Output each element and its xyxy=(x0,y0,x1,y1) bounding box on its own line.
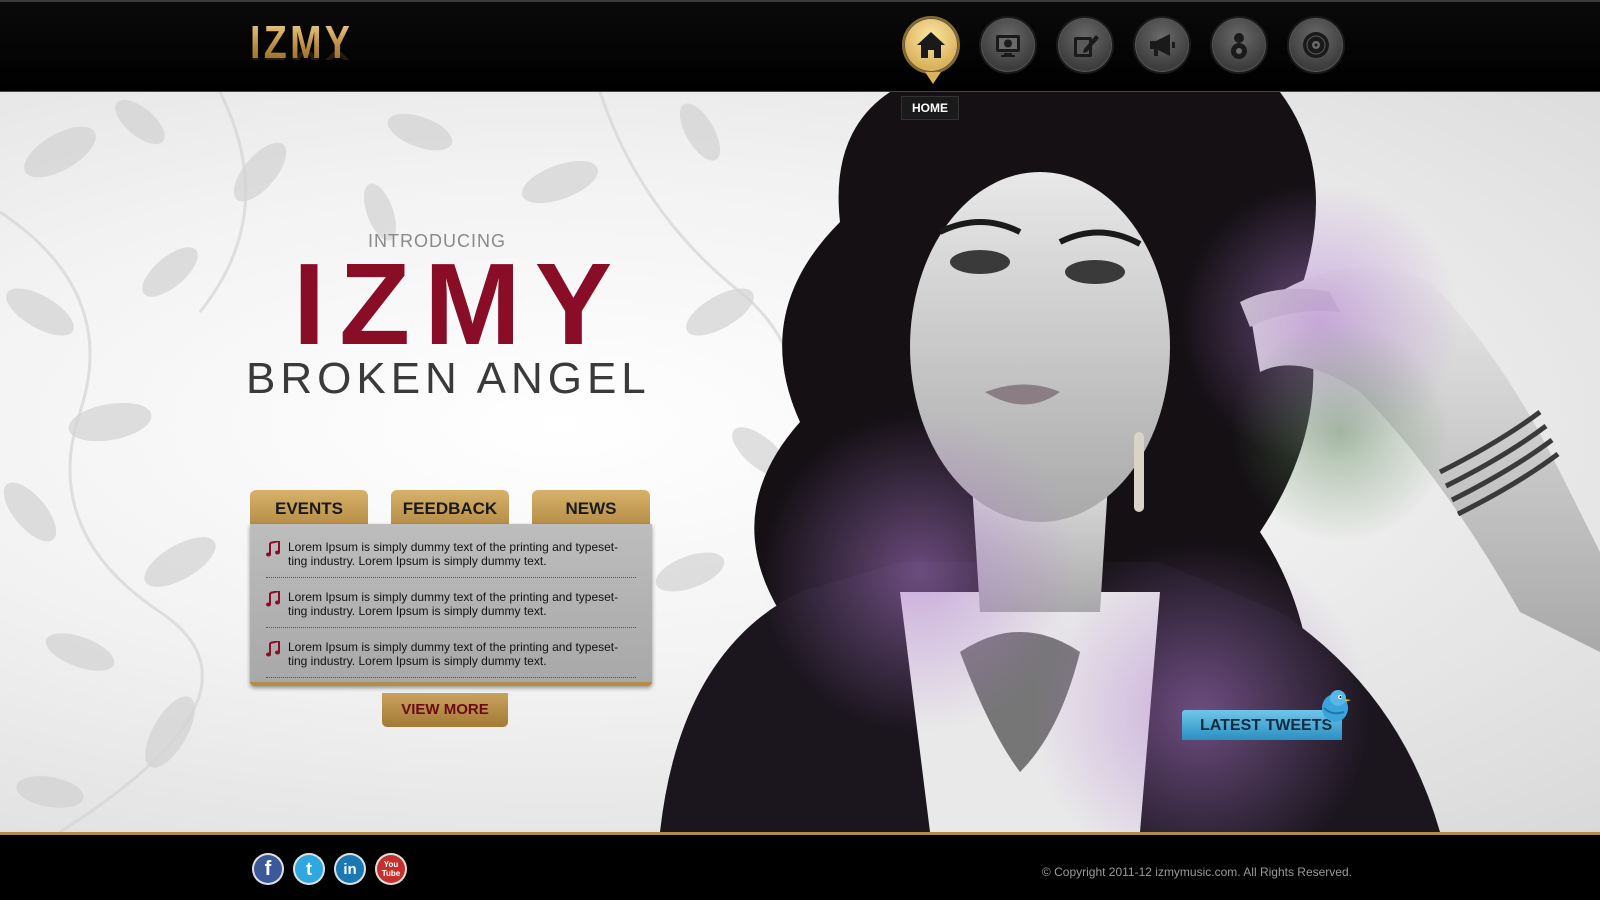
nav-tooltip: HOME xyxy=(901,96,959,120)
hero-section: INTRODUCING IZMY BROKEN ANGEL xyxy=(0,92,1600,832)
megaphone-icon xyxy=(1150,34,1175,56)
tab-panel: Lorem Ipsum is simply dummy text of the … xyxy=(250,524,652,686)
disc-icon xyxy=(1303,32,1329,58)
edit-icon xyxy=(1074,35,1099,57)
list-item-text: Lorem Ipsum is simply dummy text of the … xyxy=(288,540,619,568)
twitter-bird-icon xyxy=(1322,690,1351,722)
music-note-icon xyxy=(266,591,280,607)
artist-photo xyxy=(660,92,1600,832)
person-icon xyxy=(1231,33,1247,59)
nav-home-button[interactable] xyxy=(902,16,960,84)
monitor-icon xyxy=(996,35,1020,57)
hero-title: IZMY xyxy=(293,239,627,369)
music-note-icon xyxy=(266,541,280,557)
facebook-icon[interactable]: f xyxy=(252,853,284,885)
list-item[interactable]: Lorem Ipsum is simply dummy text of the … xyxy=(266,578,636,628)
nav-music-button[interactable] xyxy=(1287,16,1345,74)
nav-news-button[interactable] xyxy=(1133,16,1191,74)
nav-media-button[interactable] xyxy=(979,16,1037,74)
twitter-icon[interactable]: t xyxy=(293,853,325,885)
tab-feedback[interactable]: FEEDBACK xyxy=(391,490,509,526)
list-item-text: Lorem Ipsum is simply dummy text of the … xyxy=(288,640,619,668)
linkedin-icon[interactable]: in xyxy=(334,853,366,885)
music-note-icon xyxy=(266,641,280,657)
site-header: IZMY IZMY xyxy=(0,0,1600,120)
view-more-button[interactable]: VIEW MORE xyxy=(382,693,508,727)
tab-news[interactable]: NEWS xyxy=(532,490,650,526)
site-footer: f t in You Tube © Copyright 2011-12 izmy… xyxy=(0,832,1600,900)
youtube-icon[interactable]: You Tube xyxy=(375,853,407,885)
list-item[interactable]: Lorem Ipsum is simply dummy text of the … xyxy=(266,628,636,678)
tab-events[interactable]: EVENTS xyxy=(250,490,368,526)
list-item-text: Lorem Ipsum is simply dummy text of the … xyxy=(288,590,619,618)
nav-about-button[interactable] xyxy=(1210,16,1268,74)
hero-subtitle: BROKEN ANGEL xyxy=(246,354,651,403)
list-item[interactable]: Lorem Ipsum is simply dummy text of the … xyxy=(266,528,636,578)
copyright-text: © Copyright 2011-12 izmymusic.com. All R… xyxy=(1041,865,1352,879)
nav-blog-button[interactable] xyxy=(1056,16,1114,74)
home-icon xyxy=(917,32,945,58)
site-logo[interactable]: IZMY xyxy=(250,18,353,66)
